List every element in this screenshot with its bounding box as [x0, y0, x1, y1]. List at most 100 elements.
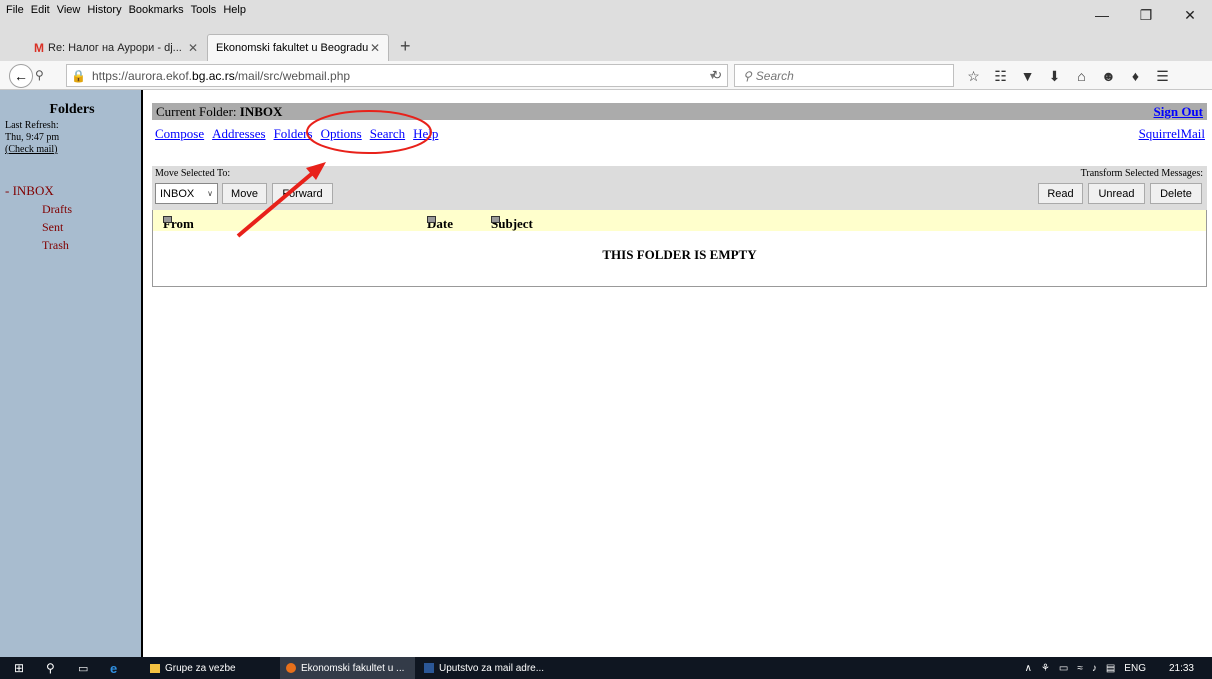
menu: File Edit View History Bookmarks Tools H…: [6, 4, 246, 16]
download-icon[interactable]: ⬇: [1041, 65, 1068, 87]
minimize-icon[interactable]: —: [1080, 0, 1124, 30]
mailbox-pane: Current Folder: INBOX Sign Out Compose A…: [145, 90, 1212, 657]
window-controls: — ❐ ✕: [1080, 0, 1212, 30]
options-link[interactable]: Options: [321, 126, 362, 142]
current-folder-bar: Current Folder: INBOX Sign Out: [152, 103, 1207, 120]
network-adapter-icon[interactable]: ⚘: [1041, 663, 1050, 674]
delete-button[interactable]: Delete: [1150, 183, 1202, 204]
reload-icon[interactable]: ↻: [712, 68, 722, 82]
home-icon[interactable]: ⌂: [1068, 65, 1095, 87]
taskbar-app-folder[interactable]: Grupe za vezbe: [144, 657, 276, 679]
main-nav-links: Compose Addresses Folders Options Search…: [155, 126, 438, 142]
windows-start-icon[interactable]: ⊞: [14, 657, 24, 679]
pocket-icon[interactable]: ▼: [1014, 65, 1041, 87]
menu-file[interactable]: File: [6, 4, 24, 16]
tab-strip: M Re: Налог на Аурори - dj... ✕ Ekonomsk…: [0, 30, 1212, 61]
tab-close-icon[interactable]: ✕: [370, 41, 380, 55]
url-path: /mail/src/webmail.php: [234, 68, 351, 83]
tab-label: Ekonomski fakultet u Beogradu: [216, 42, 369, 54]
taskbar-app-label: Uputstvo za mail adre...: [439, 662, 545, 674]
folders-link[interactable]: Folders: [274, 126, 313, 142]
system-tray: ∧ ⚘ ▭ ≈ ♪ ▤ ENG 21:33: [1025, 657, 1212, 679]
sort-icon[interactable]: [491, 216, 500, 223]
search-input[interactable]: ⚲ Search: [734, 64, 954, 87]
move-selected-label: Move Selected To:: [155, 168, 231, 179]
move-button[interactable]: Move: [222, 183, 267, 204]
lock-icon: 🔒: [71, 68, 86, 83]
menu-bar: File Edit View History Bookmarks Tools H…: [0, 0, 1212, 30]
word-icon: [424, 663, 434, 673]
tray-chevron-icon[interactable]: ∧: [1025, 663, 1032, 674]
transform-label: Transform Selected Messages:: [1080, 168, 1203, 179]
language-indicator[interactable]: ENG: [1124, 663, 1146, 674]
folder-icon: [150, 663, 160, 673]
site-identity-icon[interactable]: ⚲: [35, 68, 44, 82]
clock[interactable]: 21:33: [1169, 663, 1194, 674]
message-action-bar: Move Selected To: Transform Selected Mes…: [152, 166, 1207, 210]
menu-tools[interactable]: Tools: [191, 4, 217, 16]
squirrelmail-link[interactable]: SquirrelMail: [1139, 126, 1205, 142]
folder-sent[interactable]: Sent: [5, 218, 72, 236]
folders-sidebar: Folders Last Refresh: Thu, 9:47 pm (Chec…: [0, 90, 143, 657]
search-icon: ⚲: [743, 68, 752, 83]
taskbar-app-firefox[interactable]: Ekonomski fakultet u ...: [280, 657, 415, 679]
folder-select[interactable]: INBOX ∨: [155, 183, 218, 204]
addresses-link[interactable]: Addresses: [212, 126, 265, 142]
url-prefix: https://aurora.ekof.: [91, 68, 193, 83]
tab-gmail[interactable]: M Re: Налог на Аурори - dj... ✕: [26, 34, 206, 61]
folder-trash[interactable]: Trash: [5, 236, 72, 254]
menu-history[interactable]: History: [87, 4, 121, 16]
message-list: From Date Subject THIS FOLDER IS EMPTY: [152, 210, 1207, 287]
menu-bookmarks[interactable]: Bookmarks: [129, 4, 184, 16]
sort-icon[interactable]: [427, 216, 436, 223]
menu-view[interactable]: View: [57, 4, 81, 16]
forward-button[interactable]: Forward: [272, 183, 333, 204]
close-icon[interactable]: ✕: [1168, 0, 1212, 30]
url-domain: bg.ac.rs: [192, 68, 235, 83]
gmail-icon: M: [34, 40, 44, 55]
restore-icon[interactable]: ❐: [1124, 0, 1168, 30]
compose-link[interactable]: Compose: [155, 126, 204, 142]
wifi-icon[interactable]: ≈: [1077, 663, 1083, 674]
unread-button[interactable]: Unread: [1088, 183, 1145, 204]
volume-icon[interactable]: ♪: [1092, 663, 1097, 674]
sign-out-link[interactable]: Sign Out: [1154, 104, 1204, 120]
extension-icon[interactable]: ♦: [1122, 65, 1149, 87]
tab-close-icon[interactable]: ✕: [188, 41, 198, 55]
taskbar-app-word[interactable]: Uputstvo za mail adre...: [418, 657, 558, 679]
taskbar-app-label: Ekonomski fakultet u ...: [301, 662, 405, 674]
folder-drafts[interactable]: Drafts: [5, 200, 72, 218]
notifications-icon[interactable]: ▤: [1106, 663, 1115, 674]
folders-title: Folders: [49, 102, 95, 117]
read-button[interactable]: Read: [1038, 183, 1083, 204]
search-icon[interactable]: ⚲: [46, 657, 55, 679]
check-mail-link[interactable]: (Check mail): [5, 144, 57, 155]
last-refresh-time: Thu, 9:47 pm: [5, 132, 60, 143]
help-link[interactable]: Help: [413, 126, 438, 142]
chevron-down-icon: ∨: [207, 189, 213, 198]
reading-list-icon[interactable]: ☷: [987, 65, 1014, 87]
url-bar[interactable]: 🔒 https://aurora.ekof. bg.ac.rs/mail/src/…: [66, 64, 728, 87]
taskbar-app-label: Grupe za vezbe: [165, 662, 236, 674]
taskbar: ⊞ ⚲ ▭ e Grupe za vezbe Ekonomski fakulte…: [0, 657, 1212, 679]
new-tab-icon[interactable]: +: [400, 36, 411, 57]
current-folder-label: Current Folder:: [156, 104, 237, 119]
hello-icon[interactable]: ☻: [1095, 65, 1122, 87]
battery-icon[interactable]: ▭: [1059, 663, 1068, 674]
search-placeholder: Search: [755, 68, 794, 83]
firefox-icon: [286, 663, 296, 673]
folder-inbox[interactable]: - INBOX: [5, 182, 72, 200]
tab-ekof[interactable]: Ekonomski fakultet u Beogradu ✕: [207, 34, 389, 61]
back-arrow-icon[interactable]: ←: [9, 64, 33, 88]
empty-folder-message: THIS FOLDER IS EMPTY: [602, 247, 757, 262]
menu-edit[interactable]: Edit: [31, 4, 50, 16]
menu-help[interactable]: Help: [223, 4, 246, 16]
current-folder-name: INBOX: [239, 104, 283, 119]
edge-icon[interactable]: e: [110, 657, 117, 679]
task-view-icon[interactable]: ▭: [78, 657, 88, 679]
tab-label: Re: Налог на Аурори - dj...: [48, 41, 182, 54]
search-link[interactable]: Search: [370, 126, 405, 142]
sort-icon[interactable]: [163, 216, 172, 223]
bookmark-star-icon[interactable]: ☆: [960, 65, 987, 87]
hamburger-menu-icon[interactable]: ☰: [1149, 65, 1176, 87]
